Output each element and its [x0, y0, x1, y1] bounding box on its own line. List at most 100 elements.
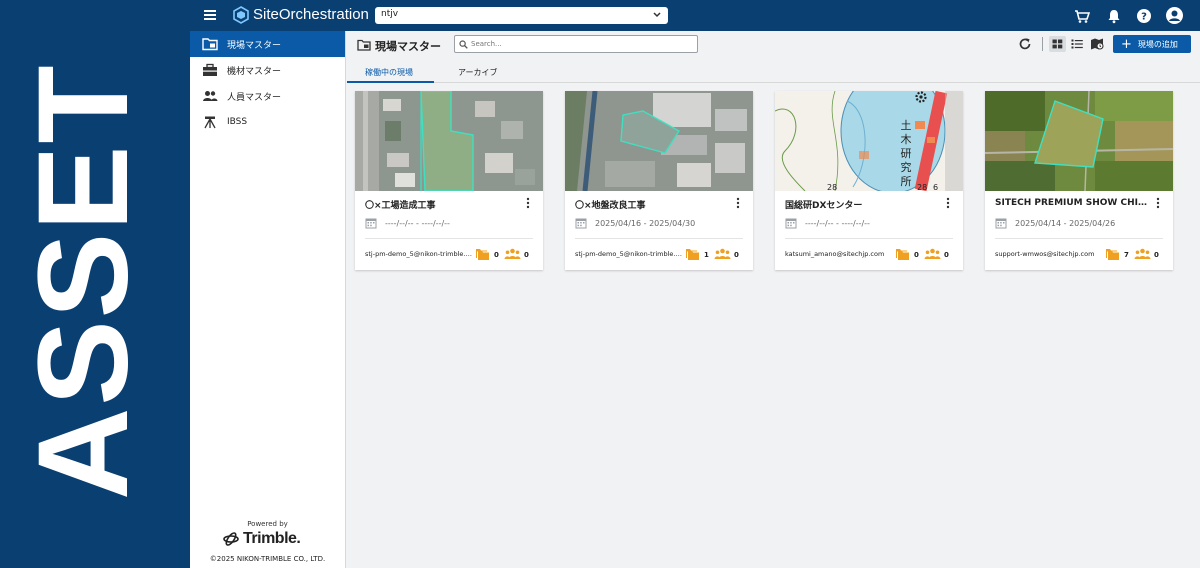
- group-icon: [714, 248, 731, 259]
- tab-active-sites[interactable]: 稼働中の現場: [365, 67, 413, 78]
- list-view-icon[interactable]: [1071, 38, 1083, 50]
- folders-icon: [686, 249, 699, 260]
- site-card-date-range: 2025/04/14 - 2025/04/26: [1015, 219, 1116, 228]
- help-icon[interactable]: ?: [1136, 8, 1152, 24]
- trimble-brand-text: Trimble.: [243, 530, 301, 547]
- site-card-date-range: ----/--/-- - ----/--/--: [805, 219, 870, 228]
- site-card-date-range: 2025/04/16 - 2025/04/30: [595, 219, 696, 228]
- site-card-owner: stj-pm-demo_5@nikon-trimble.com: [365, 250, 473, 258]
- site-card[interactable]: 〇×工場造成工事 ----/--/-- - ----/--/-- stj-pm-…: [355, 91, 543, 270]
- folders-icon: [476, 249, 489, 260]
- toolbox-icon: [203, 63, 217, 76]
- main-content: 現場マスター Search... + 現場の追加 稼働中の現場 アーカイブ 〇×…: [347, 31, 1200, 568]
- map-label-char: 土: [901, 119, 912, 132]
- site-card-title: 〇×工場造成工事: [365, 201, 436, 211]
- search-box[interactable]: [454, 35, 698, 53]
- more-vert-icon[interactable]: [945, 197, 951, 209]
- calendar-icon: [995, 218, 1007, 229]
- page-toolbar: 現場マスター Search... + 現場の追加: [347, 31, 1200, 59]
- calendar-icon: [575, 218, 587, 229]
- site-card-member-count: 0: [944, 251, 949, 259]
- search-icon: [459, 40, 468, 49]
- site-card-folder-count: 1: [704, 251, 709, 259]
- site-card-owner: support-wmwos@sitechjp.com: [995, 250, 1095, 258]
- site-card-member-count: 0: [1154, 251, 1159, 259]
- asset-banner-text: ASSET: [12, 63, 155, 500]
- sidebar-item-equipment-master[interactable]: 機材マスター: [190, 57, 345, 83]
- map-label-char: 研: [901, 147, 912, 160]
- toolbar-divider: [1042, 37, 1043, 51]
- site-card-title: SITECH PREMIUM SHOW CHITOSE: [995, 198, 1150, 208]
- page-title: 現場マスター: [375, 40, 441, 53]
- grid-view-icon: [1052, 39, 1063, 49]
- map-label-number: 6: [933, 183, 938, 191]
- powered-by-label: Powered by: [247, 520, 288, 528]
- site-card-title: 〇×地盤改良工事: [575, 201, 646, 211]
- map-view-icon[interactable]: [1090, 37, 1104, 51]
- svg-text:?: ?: [1141, 12, 1147, 23]
- site-card-title: 国総研DXセンター: [785, 201, 863, 211]
- site-card-thumbnail: [565, 91, 753, 191]
- project-select-value: ntjv: [381, 9, 399, 19]
- copyright: ©2025 NIKON-TRIMBLE CO., LTD.: [209, 555, 326, 563]
- account-icon[interactable]: [1165, 6, 1184, 25]
- site-card-thumbnail: [355, 91, 543, 191]
- site-orchestration-logo-icon: [233, 6, 249, 24]
- site-card-owner: stj-pm-demo_5@nikon-trimble.com: [575, 250, 683, 258]
- card-divider: [575, 238, 743, 239]
- site-card-thumbnail: 土 木 研 究 所 28 28 6: [775, 91, 963, 191]
- site-card-folder-count: 7: [1124, 251, 1129, 259]
- more-vert-icon[interactable]: [525, 197, 531, 209]
- site-card-date-range: ----/--/-- - ----/--/--: [385, 219, 450, 228]
- map-label-char: 木: [901, 133, 912, 146]
- sidebar-item-site-master[interactable]: 現場マスター: [190, 31, 345, 57]
- sidebar-item-ibss[interactable]: IBSS: [190, 109, 345, 135]
- people-icon: [203, 91, 218, 101]
- site-card-thumbnail: [985, 91, 1173, 191]
- site-card-member-count: 0: [734, 251, 739, 259]
- site-card-member-count: 0: [524, 251, 529, 259]
- calendar-icon: [785, 218, 797, 229]
- tab-archive[interactable]: アーカイブ: [458, 67, 498, 78]
- card-divider: [995, 238, 1163, 239]
- project-select[interactable]: ntjv: [375, 7, 668, 24]
- sidebar-item-label: 人員マスター: [227, 92, 282, 103]
- map-label-number: 28: [827, 183, 837, 191]
- refresh-icon[interactable]: [1018, 37, 1032, 51]
- folder-site-icon: [202, 38, 218, 51]
- site-card[interactable]: 〇×地盤改良工事 2025/04/16 - 2025/04/30 stj-pm-…: [565, 91, 753, 270]
- chevron-down-icon: [653, 12, 661, 18]
- map-label-char: 所: [901, 175, 912, 188]
- sidebar-item-personnel-master[interactable]: 人員マスター: [190, 83, 345, 109]
- add-site-button[interactable]: + 現場の追加: [1113, 35, 1191, 53]
- asset-banner: ASSET: [0, 0, 190, 568]
- active-tab-indicator: [347, 81, 434, 83]
- more-vert-icon[interactable]: [735, 197, 741, 209]
- cart-icon[interactable]: [1074, 8, 1090, 24]
- card-divider: [785, 238, 953, 239]
- site-card[interactable]: SITECH PREMIUM SHOW CHITOSE 2025/04/14 -…: [985, 91, 1173, 270]
- card-divider: [365, 238, 533, 239]
- folders-icon: [896, 249, 909, 260]
- folders-icon: [1106, 249, 1119, 260]
- bell-icon[interactable]: [1106, 8, 1122, 24]
- calendar-icon: [365, 218, 377, 229]
- plus-icon: +: [1121, 36, 1132, 52]
- group-icon: [1134, 248, 1151, 259]
- top-app-bar: SiteOrchestration ntjv ?: [190, 0, 1200, 31]
- map-label-number: 28: [917, 183, 927, 191]
- folder-site-icon: [357, 39, 371, 51]
- group-icon: [924, 248, 941, 259]
- map-label-char: 究: [901, 160, 912, 174]
- menu-icon[interactable]: [202, 6, 220, 24]
- survey-tripod-icon: [204, 116, 216, 129]
- site-card[interactable]: 土 木 研 究 所 28 28 6 国総研DXセンター ----/--/-- -…: [775, 91, 963, 270]
- sidebar: 現場マスター 機材マスター 人員マスター IBSS Powered by Tri…: [190, 31, 346, 568]
- more-vert-icon[interactable]: [1155, 197, 1161, 209]
- sidebar-item-label: IBSS: [227, 117, 248, 127]
- site-card-owner: katsumi_amano@sitechjp.com: [785, 250, 885, 258]
- site-card-folder-count: 0: [914, 251, 919, 259]
- search-input[interactable]: [471, 37, 691, 51]
- grid-view-button[interactable]: [1049, 36, 1066, 52]
- trimble-globe-icon: [223, 532, 239, 546]
